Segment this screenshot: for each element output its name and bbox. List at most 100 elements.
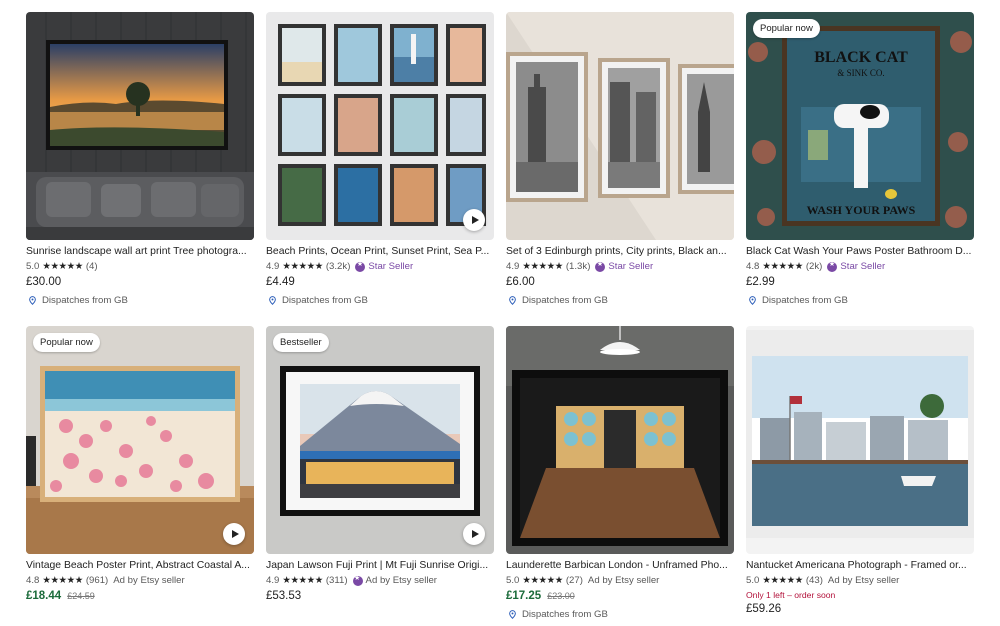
play-icon — [471, 216, 479, 224]
location-pin-icon — [509, 610, 516, 619]
ad-label: Ad by Etsy seller — [352, 574, 437, 586]
listing-image[interactable] — [26, 12, 254, 240]
listing-image[interactable] — [746, 326, 974, 554]
dispatch-info: Dispatches from GB — [266, 295, 494, 306]
beach-prints-gallery-photo — [266, 12, 494, 240]
dispatch-text: Dispatches from GB — [522, 295, 608, 306]
listing-rating: 5.0 ★★★★★ (43) Ad by Etsy seller — [746, 574, 974, 587]
popular-now-badge: Popular now — [753, 19, 820, 38]
listing-rating: 4.9 ★★★★★ (311) Ad by Etsy seller — [266, 574, 494, 587]
review-count: (1.3k) — [565, 261, 591, 272]
low-stock-warning: Only 1 left – order soon — [746, 590, 836, 600]
star-seller-badge: Star Seller — [595, 260, 654, 272]
ad-label-text: Ad by Etsy seller — [365, 575, 437, 586]
star-seller-label: Star Seller — [368, 261, 414, 272]
play-video-button[interactable] — [463, 523, 485, 545]
poster-subheadline: & SINK CO. — [837, 68, 884, 78]
listing-card[interactable]: Launderette Barbican London - Unframed P… — [506, 326, 734, 620]
listing-image[interactable]: Popular now — [26, 326, 254, 554]
rating-stars-icon: ★★★★★ — [42, 575, 83, 586]
poster-tagline: WASH YOUR PAWS — [807, 203, 916, 217]
star-seller-medal-icon — [595, 260, 606, 272]
sale-price: £18.44 — [26, 590, 62, 602]
popular-now-badge: Popular now — [33, 333, 100, 352]
listing-title[interactable]: Black Cat Wash Your Paws Poster Bathroom… — [746, 245, 974, 258]
listing-title[interactable]: Vintage Beach Poster Print, Abstract Coa… — [26, 559, 254, 572]
original-price: £24.59 — [67, 591, 95, 601]
listing-title[interactable]: Beach Prints, Ocean Print, Sunset Print,… — [266, 245, 494, 258]
listing-price: £59.26 — [746, 603, 782, 615]
listing-card[interactable]: Nantucket Americana Photograph - Framed … — [746, 326, 974, 618]
review-count: (311) — [325, 575, 348, 586]
listing-rating: 4.9 ★★★★★ (3.2k) Star Seller — [266, 260, 494, 273]
listing-image[interactable] — [506, 326, 734, 554]
rating-value: 4.8 — [26, 575, 40, 586]
rating-value: 5.0 — [746, 575, 760, 586]
play-video-button[interactable] — [223, 523, 245, 545]
listing-title[interactable]: Japan Lawson Fuji Print | Mt Fuji Sunris… — [266, 559, 494, 572]
sunrise-landscape-photo — [26, 12, 254, 240]
dispatch-text: Dispatches from GB — [42, 295, 128, 306]
star-seller-badge: Star Seller — [827, 260, 885, 272]
dispatch-text: Dispatches from GB — [522, 609, 608, 620]
rating-value: 4.9 — [266, 575, 280, 586]
location-pin-icon — [269, 296, 276, 305]
review-count: (43) — [805, 575, 823, 586]
ad-label: Ad by Etsy seller — [827, 575, 900, 586]
star-seller-badge: Star Seller — [355, 260, 414, 272]
star-seller-medal-icon — [355, 260, 366, 272]
review-count: (961) — [85, 575, 109, 586]
review-count: (4) — [85, 261, 98, 272]
listing-image[interactable]: BLACK CAT & SINK CO. WASH YOUR PAWS Popu… — [746, 12, 974, 240]
listing-image[interactable] — [266, 12, 494, 240]
star-seller-label: Star Seller — [608, 261, 654, 272]
listing-price: £6.00 — [506, 276, 535, 288]
ad-label: Ad by Etsy seller — [587, 575, 660, 586]
listing-price: £4.49 — [266, 276, 295, 288]
rating-value: 4.9 — [506, 261, 520, 272]
listing-card[interactable]: Popular now Vintage Beach Poster Print, … — [26, 326, 254, 605]
listing-title[interactable]: Launderette Barbican London - Unframed P… — [506, 559, 734, 572]
listing-price: £2.99 — [746, 276, 775, 288]
black-cat-poster-photo: BLACK CAT & SINK CO. WASH YOUR PAWS — [746, 12, 974, 240]
listing-rating: 5.0 ★★★★★ (4) — [26, 260, 254, 273]
bestseller-badge: Bestseller — [273, 333, 329, 352]
listing-card[interactable]: Set of 3 Edinburgh prints, City prints, … — [506, 12, 734, 306]
launderette-photo — [506, 326, 734, 554]
dispatch-text: Dispatches from GB — [762, 295, 848, 306]
listing-title[interactable]: Set of 3 Edinburgh prints, City prints, … — [506, 245, 734, 258]
play-icon — [471, 530, 479, 538]
listing-price: £17.25 £23.00 — [506, 590, 734, 605]
dispatch-info: Dispatches from GB — [26, 295, 254, 306]
product-grid: Sunrise landscape wall art print Tree ph… — [0, 0, 1000, 626]
sale-price: £17.25 — [506, 590, 542, 602]
listing-rating: 4.9 ★★★★★ (1.3k) Star Seller — [506, 260, 734, 273]
listing-card[interactable]: Beach Prints, Ocean Print, Sunset Print,… — [266, 12, 494, 306]
listing-card[interactable]: Sunrise landscape wall art print Tree ph… — [26, 12, 254, 306]
rating-stars-icon: ★★★★★ — [522, 575, 563, 586]
rating-value: 5.0 — [506, 575, 520, 586]
review-count: (27) — [565, 575, 583, 586]
listing-title[interactable]: Nantucket Americana Photograph - Framed … — [746, 559, 974, 572]
listing-card[interactable]: Bestseller Japan Lawson Fuji Print | Mt … — [266, 326, 494, 605]
dispatch-info: Dispatches from GB — [746, 295, 974, 306]
original-price: £23.00 — [547, 591, 575, 601]
listing-title[interactable]: Sunrise landscape wall art print Tree ph… — [26, 245, 254, 258]
listing-price: £18.44 £24.59 — [26, 590, 254, 605]
star-seller-medal-icon — [352, 574, 363, 586]
review-count: (2k) — [805, 261, 823, 272]
listing-image[interactable] — [506, 12, 734, 240]
rating-value: 4.8 — [746, 261, 760, 272]
rating-stars-icon: ★★★★★ — [282, 575, 323, 586]
play-icon — [231, 530, 239, 538]
listing-card[interactable]: BLACK CAT & SINK CO. WASH YOUR PAWS Popu… — [746, 12, 974, 306]
rating-stars-icon: ★★★★★ — [282, 261, 323, 272]
listing-image[interactable]: Bestseller — [266, 326, 494, 554]
mt-fuji-lawson-photo — [266, 326, 494, 554]
rating-stars-icon: ★★★★★ — [762, 575, 803, 586]
edinburgh-prints-photo — [506, 12, 734, 240]
rating-stars-icon: ★★★★★ — [762, 261, 803, 272]
review-count: (3.2k) — [325, 261, 351, 272]
play-video-button[interactable] — [463, 209, 485, 231]
listing-rating: 5.0 ★★★★★ (27) Ad by Etsy seller — [506, 574, 734, 587]
